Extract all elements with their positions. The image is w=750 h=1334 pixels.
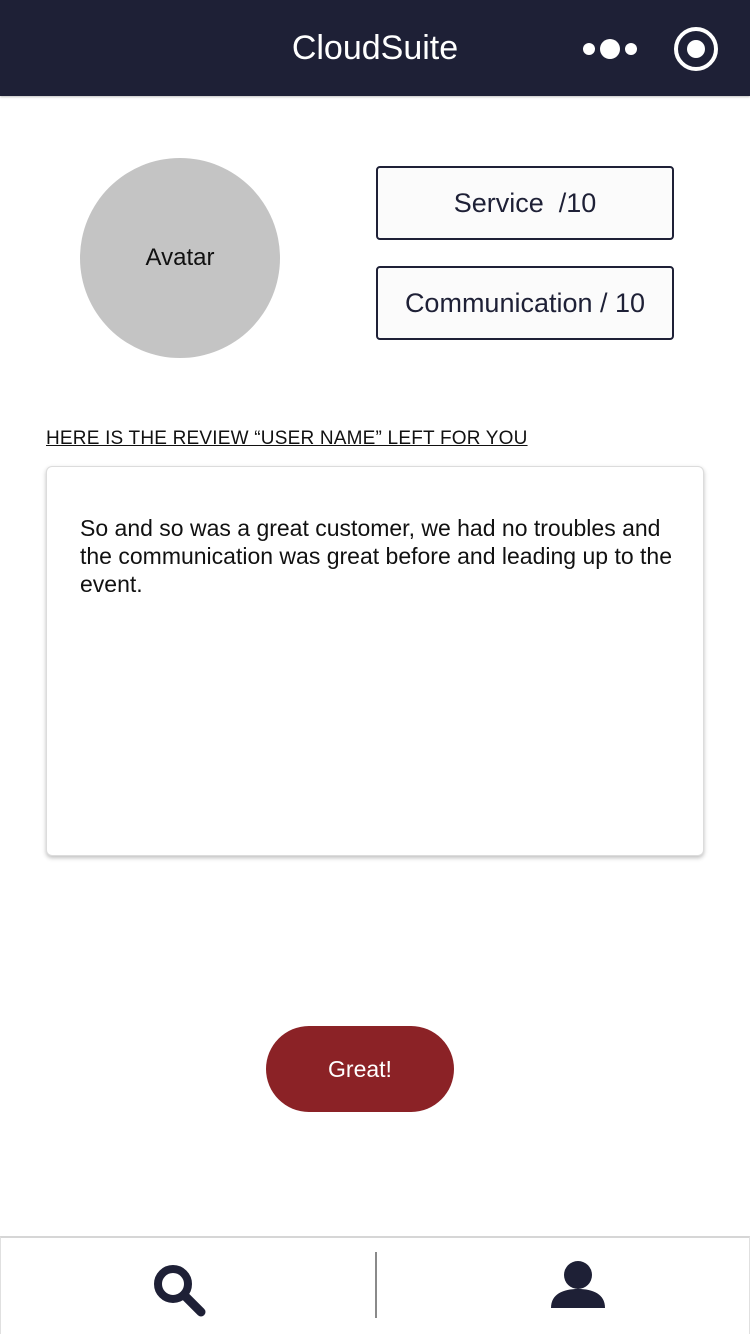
- target-button[interactable]: [674, 27, 718, 71]
- nav-search-button[interactable]: [149, 1260, 209, 1320]
- search-icon: [154, 1265, 206, 1317]
- review-heading: HERE IS THE REVIEW “USER NAME” LEFT FOR …: [46, 428, 528, 449]
- avatar: Avatar: [80, 158, 280, 358]
- service-score-box: Service /10: [376, 166, 674, 240]
- review-card: So and so was a great customer, we had n…: [46, 466, 704, 856]
- bottom-navigation: [0, 1236, 750, 1334]
- more-dots-icon: [583, 43, 595, 55]
- review-screen: CloudSuite Avatar Service /10 Communicat…: [0, 0, 750, 1334]
- more-options-button[interactable]: [580, 34, 640, 64]
- review-text: So and so was a great customer, we had n…: [80, 515, 672, 597]
- avatar-label: Avatar: [145, 244, 215, 271]
- target-icon: [687, 40, 705, 58]
- communication-score-box: Communication / 10: [376, 266, 674, 340]
- app-header: CloudSuite: [0, 0, 750, 96]
- nav-divider: [375, 1252, 377, 1318]
- nav-profile-button[interactable]: [547, 1260, 609, 1310]
- more-dots-icon-right: [625, 43, 637, 55]
- more-dots-icon-center: [600, 39, 620, 59]
- great-button[interactable]: Great!: [266, 1026, 454, 1112]
- profile-icon: [551, 1261, 605, 1308]
